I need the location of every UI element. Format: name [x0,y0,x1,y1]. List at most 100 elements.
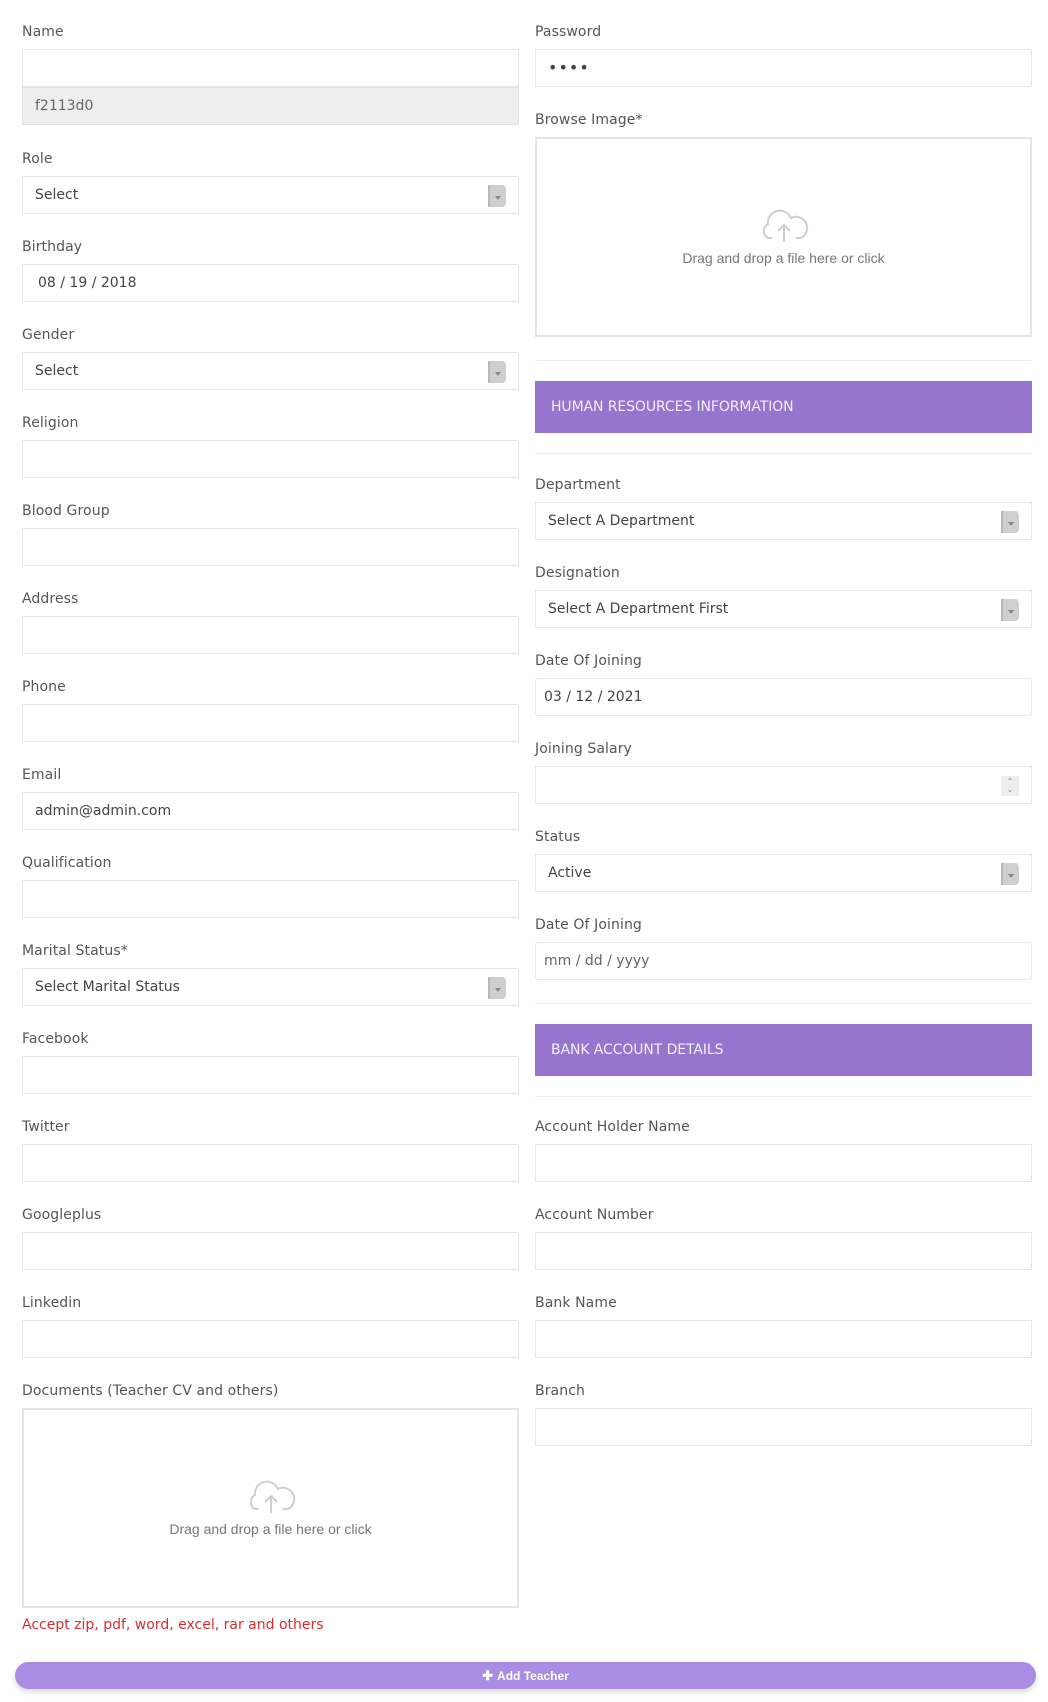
branch-field: Branch [535,1381,1032,1446]
browse-image-label: Browse Image* [535,112,643,128]
account-holder-name-field: Account Holder Name [535,1117,1032,1182]
account-number-field: Account Number [535,1205,1032,1270]
email-input[interactable]: admin@admin.com [22,792,519,830]
joining-salary-field: Joining Salary ⌃ ⌄ [535,739,1032,804]
role-field: Role Select [22,149,519,214]
gender-select[interactable]: Select [22,352,519,390]
qualification-input[interactable] [22,880,519,918]
linkedin-input[interactable] [22,1320,519,1358]
chevron-down-icon [488,361,506,383]
documents-label: Documents (Teacher CV and others) [22,1383,279,1399]
name-field: Name f2113d0 [22,22,519,125]
divider [535,453,1032,454]
marital-status-select[interactable]: Select Marital Status [22,968,519,1006]
account-holder-name-label: Account Holder Name [535,1119,690,1135]
email-label: Email [22,767,62,783]
department-selected: Select A Department [548,513,695,529]
department-label: Department [535,477,621,493]
bank-name-field: Bank Name [535,1293,1032,1358]
divider [535,1096,1032,1097]
password-value: •••• [548,58,590,77]
cloud-upload-icon [249,1480,295,1513]
role-label: Role [22,151,53,167]
chevron-down-icon [488,977,506,999]
religion-input[interactable] [22,440,519,478]
blood-group-label: Blood Group [22,503,110,519]
documents-dropzone-text: Drag and drop a file here or click [169,1521,372,1537]
add-teacher-button[interactable]: ✚ Add Teacher [15,1662,1036,1689]
designation-select[interactable]: Select A Department First [535,590,1032,628]
gender-field: Gender Select [22,325,519,390]
status-selected: Active [548,865,592,881]
password-label: Password [535,24,602,40]
bank-name-label: Bank Name [535,1295,617,1311]
address-input[interactable] [22,616,519,654]
branch-input[interactable] [535,1408,1032,1446]
account-holder-name-input[interactable] [535,1144,1032,1182]
phone-label: Phone [22,679,66,695]
twitter-input[interactable] [22,1144,519,1182]
date-of-joining-field: Date Of Joining 03 / 12 / 2021 [535,651,1032,716]
twitter-label: Twitter [22,1119,70,1135]
chevron-down-icon [1001,511,1019,533]
gender-selected: Select [35,363,79,379]
bank-name-input[interactable] [535,1320,1032,1358]
status-select[interactable]: Active [535,854,1032,892]
facebook-label: Facebook [22,1031,89,1047]
image-dropzone[interactable]: Drag and drop a file here or click [535,137,1032,337]
joining-salary-label: Joining Salary [535,741,632,757]
status-field: Status Active [535,827,1032,892]
facebook-input[interactable] [22,1056,519,1094]
name-input[interactable] [22,49,519,87]
status-label: Status [535,829,581,845]
date-of-joining-2-label: Date Of Joining [535,917,642,933]
marital-status-label: Marital Status* [22,943,128,959]
department-select[interactable]: Select A Department [535,502,1032,540]
address-field: Address [22,589,519,654]
joining-salary-input[interactable]: ⌃ ⌄ [535,766,1032,804]
hr-section-header: HUMAN RESOURCES INFORMATION [535,381,1032,433]
linkedin-field: Linkedin [22,1293,519,1358]
blood-group-field: Blood Group [22,501,519,566]
designation-field: Designation Select A Department First [535,563,1032,628]
birthday-input[interactable]: 08 / 19 / 2018 [22,264,519,302]
birthday-label: Birthday [22,239,83,255]
account-number-input[interactable] [535,1232,1032,1270]
number-spinner-icon[interactable]: ⌃ ⌄ [1001,776,1019,796]
branch-label: Branch [535,1383,585,1399]
chevron-down-icon [1001,863,1019,885]
date-of-joining-input[interactable]: 03 / 12 / 2021 [535,678,1032,716]
name-label: Name [22,24,64,40]
phone-input[interactable] [22,704,519,742]
documents-dropzone[interactable]: Drag and drop a file here or click [22,1408,519,1608]
documents-field: Documents (Teacher CV and others) Drag a… [22,1381,519,1633]
googleplus-label: Googleplus [22,1207,102,1223]
googleplus-input[interactable] [22,1232,519,1270]
password-field: Password •••• [535,22,1032,87]
cloud-upload-icon [762,209,808,242]
browse-image-field: Browse Image* Drag and drop a file here … [535,110,1032,337]
qualification-field: Qualification [22,853,519,918]
date-of-joining-2-input[interactable]: mm / dd / yyyy [535,942,1032,980]
marital-status-selected: Select Marital Status [35,979,180,995]
googleplus-field: Googleplus [22,1205,519,1270]
email-field: Email admin@admin.com [22,765,519,830]
plus-icon: ✚ [482,1667,494,1683]
add-teacher-label: Add Teacher [497,1668,569,1683]
designation-label: Designation [535,565,620,581]
account-number-label: Account Number [535,1207,654,1223]
divider [535,360,1032,361]
password-input[interactable]: •••• [535,49,1032,87]
date-of-joining-2-field: Date Of Joining mm / dd / yyyy [535,915,1032,980]
designation-selected: Select A Department First [548,601,729,617]
religion-label: Religion [22,415,79,431]
chevron-down-icon [488,185,506,207]
blood-group-input[interactable] [22,528,519,566]
role-select[interactable]: Select [22,176,519,214]
image-dropzone-text: Drag and drop a file here or click [682,250,885,266]
name-readonly-code: f2113d0 [22,87,519,125]
role-selected: Select [35,187,79,203]
phone-field: Phone [22,677,519,742]
gender-label: Gender [22,327,75,343]
birthday-field: Birthday 08 / 19 / 2018 [22,237,519,302]
